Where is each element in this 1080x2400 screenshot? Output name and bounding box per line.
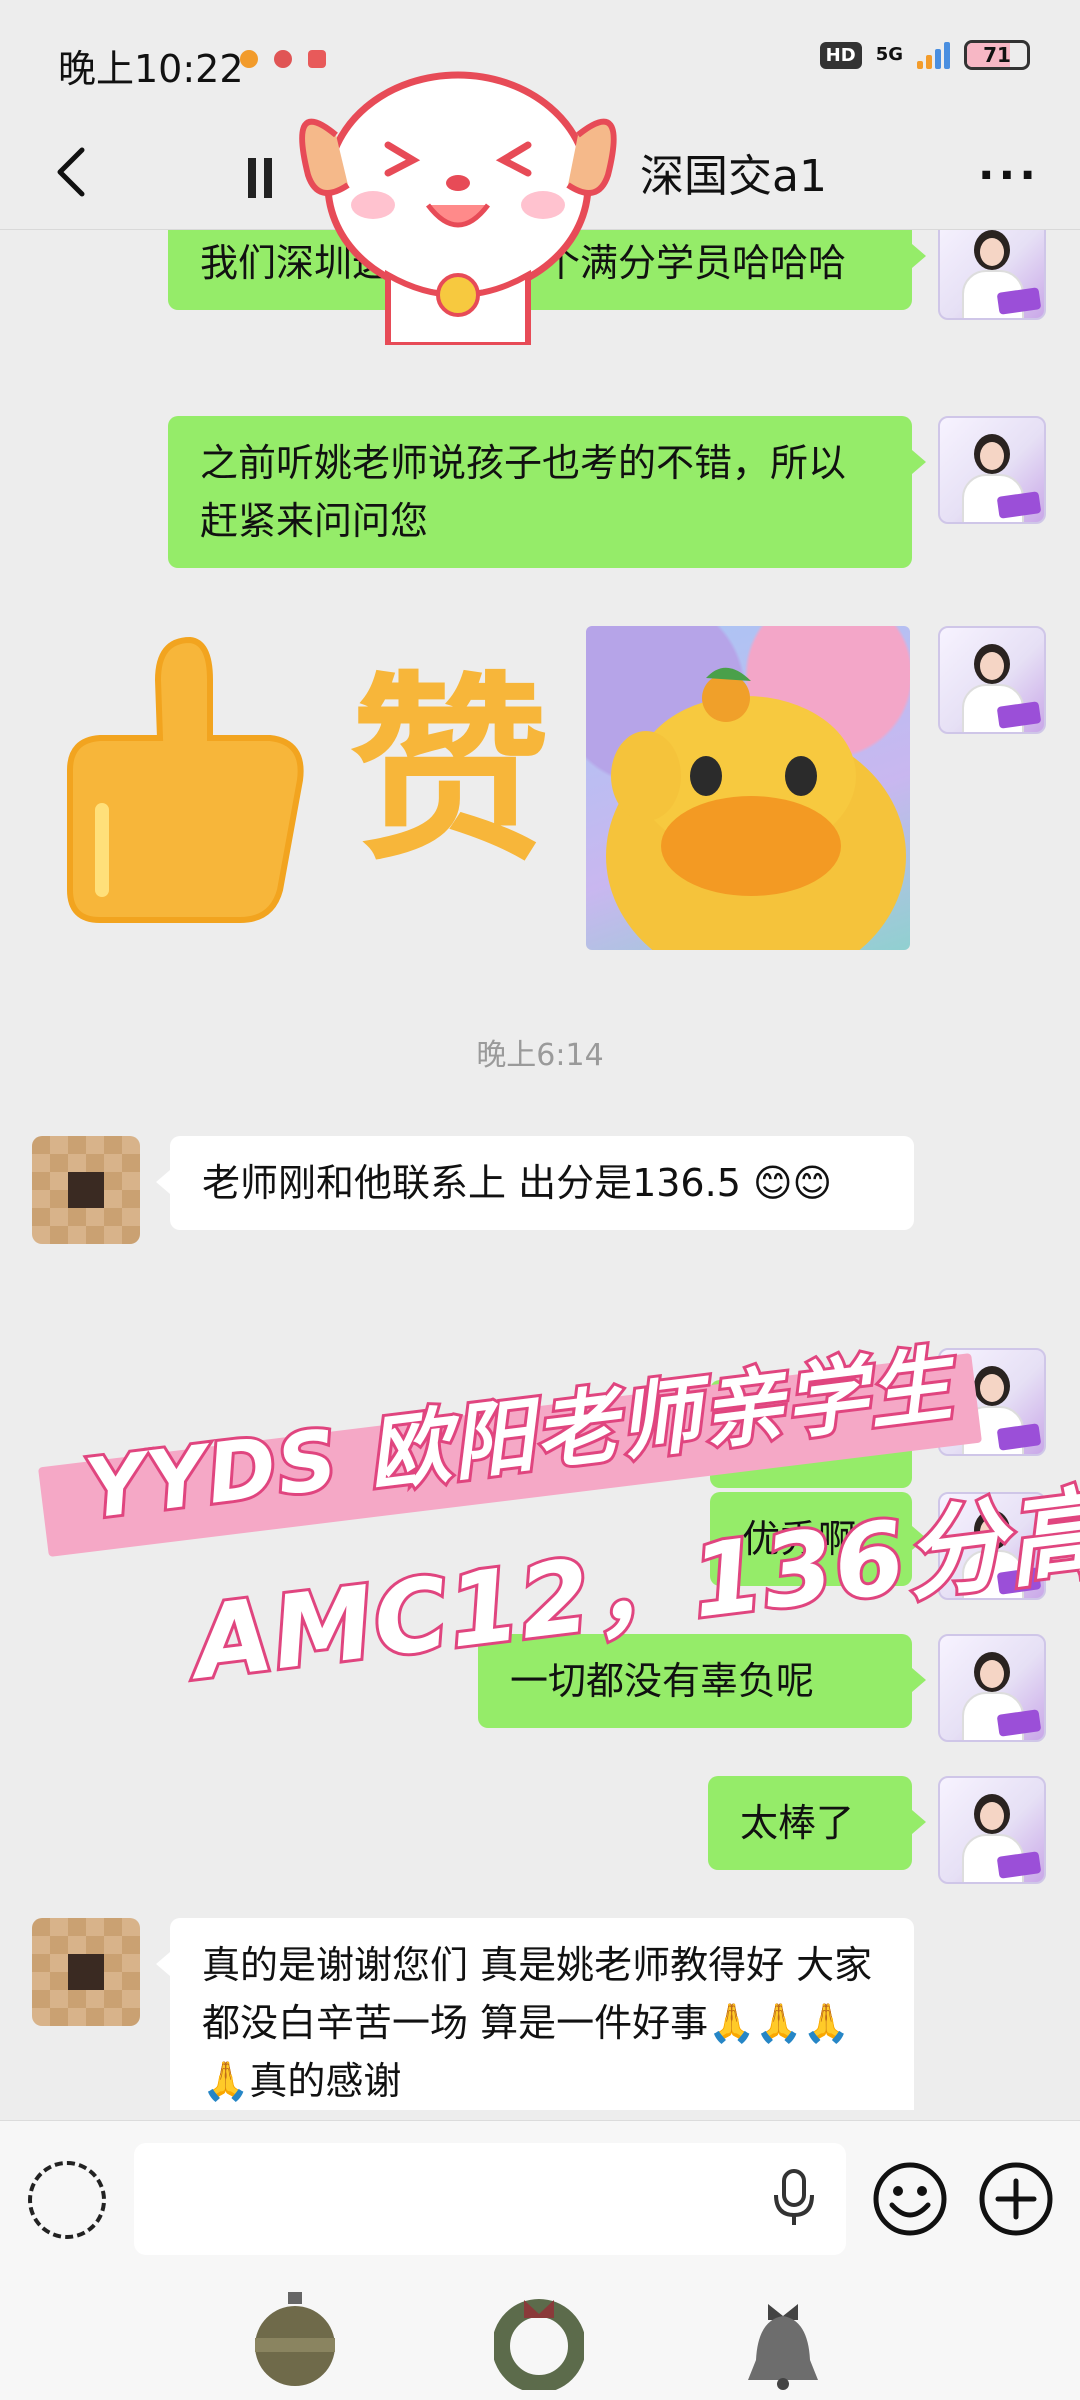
wreath-icon[interactable] bbox=[494, 2290, 584, 2390]
message-bubble[interactable] bbox=[710, 1380, 926, 1488]
more-icon[interactable]: ··· bbox=[978, 150, 1040, 201]
avatar[interactable] bbox=[938, 230, 1046, 320]
message-bubble[interactable]: 之前听姚老师说孩子也考的不错，所以赶紧来问问您 bbox=[168, 416, 926, 568]
message-text: 之前听姚老师说孩子也考的不错，所以赶紧来问问您 bbox=[200, 441, 847, 543]
battery-level: 71 bbox=[983, 43, 1011, 67]
bottom-toolbar bbox=[0, 2280, 1080, 2400]
message-bubble[interactable]: 太棒了 bbox=[708, 1776, 926, 1870]
message-text: 老师刚和他联系上 出分是136.5 😊😊 bbox=[202, 1161, 833, 1205]
ornament-ball-icon[interactable] bbox=[250, 2290, 340, 2390]
bell-icon[interactable] bbox=[738, 2290, 828, 2390]
message-list[interactable]: 我们深圳这边出了一个满分学员哈哈哈 之前听姚老师说孩子也考的不错，所以赶紧来问问… bbox=[0, 230, 1080, 2110]
signal-icon bbox=[917, 41, 950, 69]
voice-icon[interactable] bbox=[28, 2161, 106, 2239]
network-label: 5G bbox=[875, 44, 903, 65]
input-bar bbox=[0, 2120, 1080, 2280]
back-arrow-icon[interactable] bbox=[40, 142, 100, 202]
message-text: 优秀啊 bbox=[742, 1517, 857, 1561]
mic-icon[interactable] bbox=[772, 2167, 816, 2227]
message-bubble[interactable]: 一切都没有辜负呢 bbox=[478, 1634, 926, 1728]
message-text: 一切都没有辜负呢 bbox=[510, 1659, 815, 1703]
emoji-icon[interactable] bbox=[870, 2159, 950, 2239]
avatar[interactable] bbox=[938, 626, 1046, 734]
avatar[interactable] bbox=[938, 416, 1046, 524]
time-separator: 晚上6:14 bbox=[476, 1038, 604, 1073]
thumbs-up-sticker[interactable]: 赞 bbox=[40, 620, 560, 940]
message-text: 真的是谢谢您们 真是姚老师教得好 大家都没白辛苦一场 算是一件好事🙏🙏🙏🙏真的感… bbox=[202, 1943, 873, 2103]
plus-icon[interactable] bbox=[976, 2159, 1056, 2239]
status-right: HD 5G 71 bbox=[819, 40, 1030, 70]
avatar[interactable] bbox=[938, 1634, 1046, 1742]
avatar[interactable] bbox=[938, 1348, 1046, 1456]
avatar[interactable] bbox=[938, 1776, 1046, 1884]
message-text: 太棒了 bbox=[740, 1801, 855, 1845]
chat-title: 深国交a1 bbox=[640, 151, 827, 202]
avatar[interactable] bbox=[938, 1492, 1046, 1600]
blurred-name bbox=[248, 158, 280, 198]
avatar[interactable] bbox=[32, 1136, 140, 1244]
zan-text: 赞 bbox=[350, 655, 550, 888]
message-bubble[interactable]: 真的是谢谢您们 真是姚老师教得好 大家都没白辛苦一场 算是一件好事🙏🙏🙏🙏真的感… bbox=[156, 1918, 914, 2110]
message-bubble[interactable]: 优秀啊 bbox=[710, 1492, 926, 1586]
app-notification-icon bbox=[240, 50, 258, 68]
message-input[interactable] bbox=[134, 2143, 846, 2255]
status-time: 晚上10:22 bbox=[58, 47, 244, 91]
hd-badge: HD bbox=[819, 41, 862, 69]
message-bubble[interactable]: 老师刚和他联系上 出分是136.5 😊😊 bbox=[156, 1136, 914, 1230]
dog-sticker bbox=[299, 71, 617, 345]
avatar[interactable] bbox=[32, 1918, 140, 2026]
battery-icon: 71 bbox=[964, 40, 1030, 70]
duck-sticker[interactable] bbox=[586, 626, 910, 950]
